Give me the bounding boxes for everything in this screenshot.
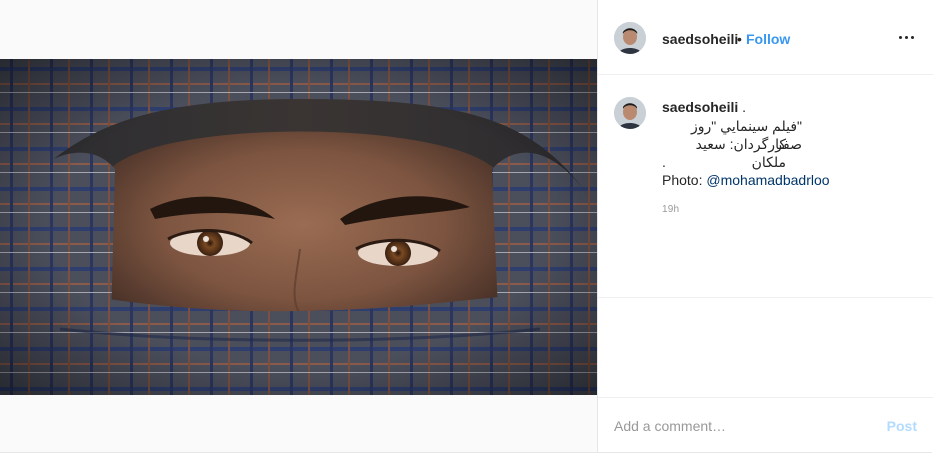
post-header: saedsoheili • Follow [598, 0, 933, 75]
post-photo[interactable] [0, 59, 597, 395]
comment-bar: Post [598, 397, 933, 453]
caption-avatar[interactable] [614, 97, 646, 129]
post-modal: saedsoheili • Follow saedsoheili . "فیلم… [0, 0, 933, 453]
caption-section: saedsoheili . "فیلم سینمایي "روز صفر کار… [598, 75, 933, 298]
caption-photo-credit: Photo: @mohamadbadrloo [662, 171, 830, 189]
photo-credit-prefix: Photo: [662, 172, 707, 188]
mention-link[interactable]: @mohamadbadrloo [706, 172, 829, 188]
caption-line-3: . [662, 154, 666, 170]
details-panel: saedsoheili • Follow saedsoheili . "فیلم… [597, 0, 933, 452]
post-comment-button[interactable]: Post [887, 418, 917, 434]
post-timestamp[interactable]: 19h [662, 204, 679, 215]
avatar-image [614, 97, 646, 129]
more-horizontal-icon[interactable] [897, 29, 917, 45]
portrait-image [0, 59, 597, 395]
caption-line-2: کارگردان: سعید ملکان [695, 136, 786, 170]
photo-panel [0, 0, 597, 452]
caption-username-suffix: . [738, 99, 747, 115]
avatar-image [614, 22, 646, 54]
avatar[interactable] [614, 22, 646, 54]
separator-dot: • [737, 31, 742, 47]
caption-username-row: saedsoheili . [662, 99, 746, 115]
header-username[interactable]: saedsoheili [662, 31, 738, 47]
follow-button[interactable]: Follow [746, 31, 790, 47]
comment-input[interactable] [614, 417, 854, 435]
caption-username[interactable]: saedsoheili [662, 99, 738, 115]
